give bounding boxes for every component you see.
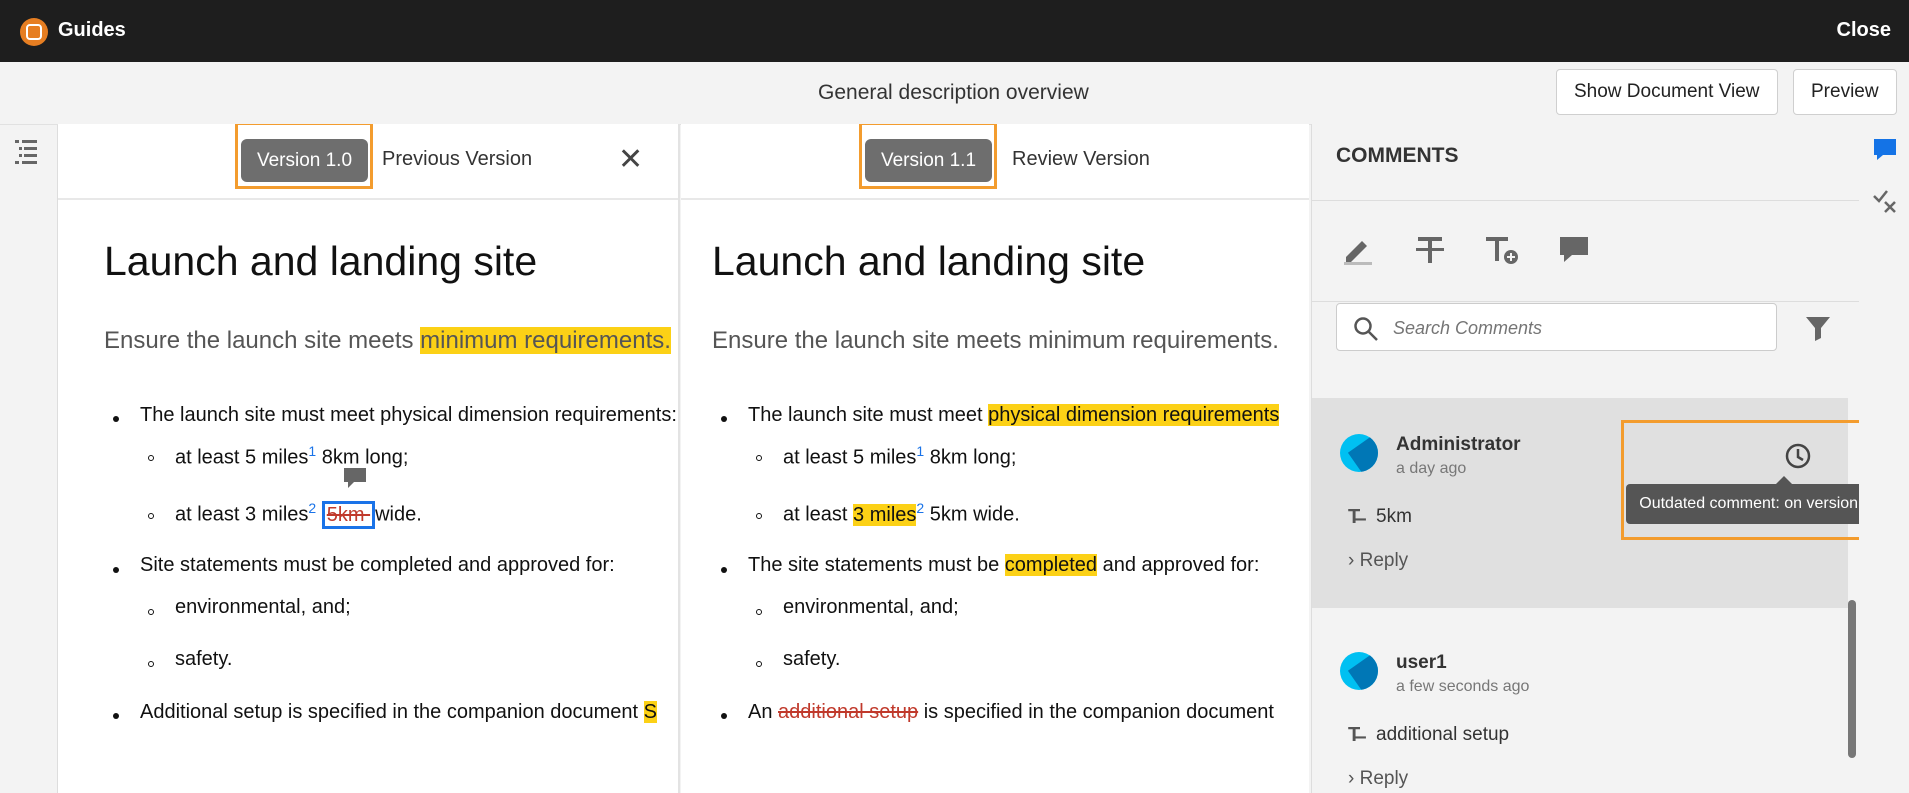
reply-toggle[interactable]: › Reply xyxy=(1348,768,1408,790)
list-item: at least 3 miles2 5km wide. xyxy=(175,500,422,529)
avatar xyxy=(1340,434,1378,472)
comment-author: Administrator xyxy=(1396,434,1521,455)
comment-time: a few seconds ago xyxy=(1396,678,1530,695)
bullet xyxy=(721,416,727,422)
avatar xyxy=(1340,652,1378,690)
close-button[interactable]: Close xyxy=(1837,19,1891,42)
list-item: environmental, and; xyxy=(783,596,959,618)
heading: Launch and landing site xyxy=(104,238,538,284)
bullet xyxy=(756,609,762,615)
version-label: Review Version xyxy=(1012,148,1150,170)
bullet xyxy=(113,567,119,573)
subtitle: Ensure the launch site meets minimum req… xyxy=(712,327,1279,354)
add-comment-icon[interactable] xyxy=(1554,229,1594,269)
list-item: environmental, and; xyxy=(175,596,351,618)
strikethrough-icon[interactable] xyxy=(1410,229,1450,269)
list-item: safety. xyxy=(175,648,233,670)
app-header: Guides Close xyxy=(0,0,1909,62)
version-label: Previous Version xyxy=(382,148,533,170)
left-rail xyxy=(0,125,58,793)
list-item: safety. xyxy=(783,648,841,670)
bullet xyxy=(756,661,762,667)
commented-text[interactable]: 5km xyxy=(321,500,376,529)
search-icon xyxy=(1354,317,1378,341)
bullet xyxy=(148,513,154,519)
bullet xyxy=(148,455,154,461)
bullet xyxy=(148,609,154,615)
list-item: The launch site must meet physical dimen… xyxy=(748,404,1280,426)
table-of-contents-icon[interactable] xyxy=(12,135,42,165)
strikethrough-icon: T̶ xyxy=(1348,724,1361,746)
insert-text-icon[interactable] xyxy=(1482,229,1522,269)
review-tasks-icon[interactable] xyxy=(1871,186,1899,214)
pane-header: Version 1.1 Review Version xyxy=(681,124,1309,200)
comment-marker-icon[interactable] xyxy=(342,466,368,490)
show-document-view-button[interactable]: Show Document View xyxy=(1556,69,1778,115)
bullet xyxy=(721,713,727,719)
bullet xyxy=(113,416,119,422)
comment-time: a day ago xyxy=(1396,460,1467,477)
version-highlight-box: Version 1.1 xyxy=(859,124,997,189)
heading: Launch and landing site xyxy=(712,238,1146,284)
chevron-right-icon: › xyxy=(1348,550,1355,571)
comment-author: user1 xyxy=(1396,652,1447,673)
strikethrough-icon: T̶ xyxy=(1348,506,1361,528)
list-item: The launch site must meet physical dimen… xyxy=(140,404,677,426)
list-item: at least 5 miles1 8km long; xyxy=(175,443,409,469)
highlight-icon[interactable] xyxy=(1338,229,1378,269)
bullet xyxy=(756,455,762,461)
list-item: Site statements must be completed and ap… xyxy=(140,554,615,576)
bullet xyxy=(721,567,727,573)
list-item: at least 5 miles1 8km long; xyxy=(783,443,1017,469)
comment-card[interactable]: user1 a few seconds ago T̶ additional se… xyxy=(1312,616,1848,793)
pane-header: Version 1.0 Previous Version ✕ xyxy=(58,124,678,200)
subtitle: Ensure the launch site meets minimum req… xyxy=(104,327,671,354)
comments-panel-icon[interactable] xyxy=(1871,136,1899,164)
version-chip[interactable]: Version 1.1 xyxy=(865,139,992,182)
version-chip[interactable]: Version 1.0 xyxy=(241,139,368,182)
document-toolbar: General description overview Show Docume… xyxy=(0,62,1909,125)
bullet xyxy=(148,661,154,667)
list-item: An additional setup is specified in the … xyxy=(748,701,1274,723)
comments-scrollbar[interactable] xyxy=(1848,600,1856,758)
right-rail xyxy=(1859,124,1909,793)
guides-logo-icon xyxy=(20,18,48,46)
search-comments-field[interactable] xyxy=(1336,303,1777,351)
chevron-right-icon: › xyxy=(1348,768,1355,789)
annotation-toolbar xyxy=(1312,200,1860,302)
bullet xyxy=(113,713,119,719)
app-title: Guides xyxy=(58,19,126,41)
comment-text: additional setup xyxy=(1376,724,1510,745)
list-item: Additional setup is specified in the com… xyxy=(140,701,657,723)
close-compare-icon[interactable]: ✕ xyxy=(618,145,643,175)
comments-title: COMMENTS xyxy=(1336,144,1459,167)
preview-button[interactable]: Preview xyxy=(1793,69,1897,115)
search-input[interactable] xyxy=(1391,314,1765,342)
list-item: at least 3 miles2 5km wide. xyxy=(783,500,1020,526)
document-title: General description overview xyxy=(818,81,1089,104)
reply-toggle[interactable]: › Reply xyxy=(1348,550,1408,572)
list-item: The site statements must be completed an… xyxy=(748,554,1260,576)
filter-icon[interactable] xyxy=(1804,314,1832,342)
version-highlight-box: Version 1.0 xyxy=(235,124,373,189)
bullet xyxy=(756,513,762,519)
previous-version-pane: Version 1.0 Previous Version ✕ Launch an… xyxy=(58,124,680,793)
comment-text: 5km xyxy=(1376,506,1412,527)
outdated-tooltip: Outdated comment: on version 1.0 xyxy=(1626,476,1898,524)
review-version-pane: Version 1.1 Review Version Launch and la… xyxy=(681,124,1309,793)
